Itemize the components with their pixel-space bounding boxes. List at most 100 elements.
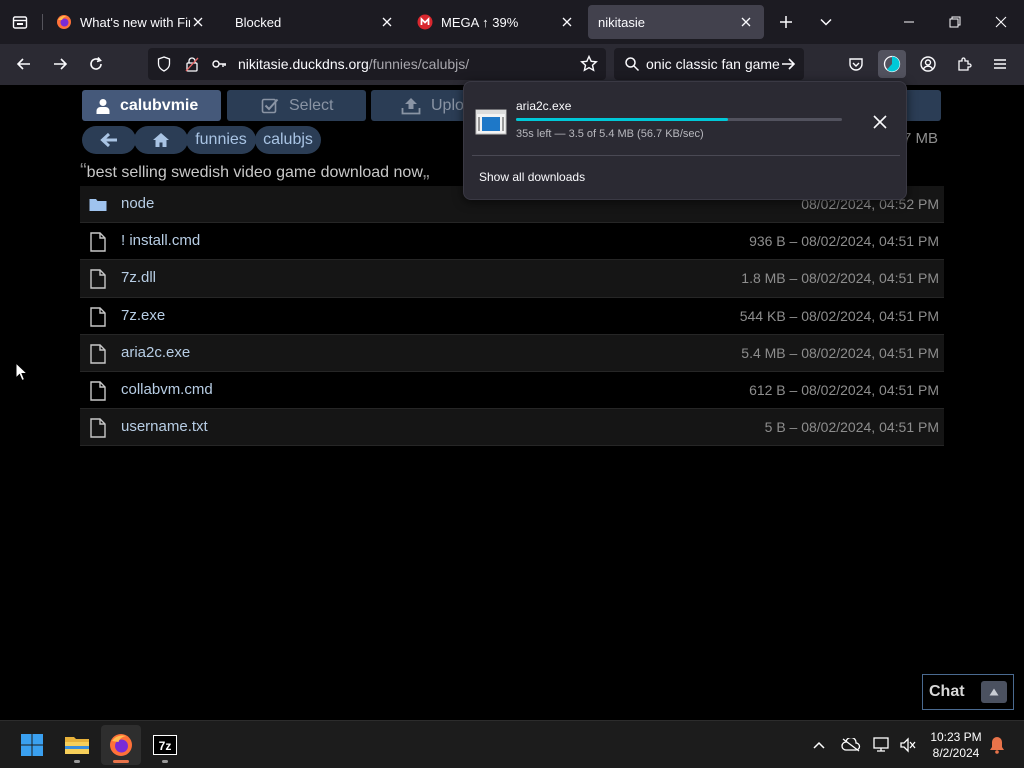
file-name[interactable]: 7z.dll xyxy=(121,269,156,286)
executable-file-icon xyxy=(475,109,507,135)
hamburger-menu-icon xyxy=(994,59,1006,69)
download-file-name[interactable]: aria2c.exe xyxy=(516,99,571,113)
file-icon xyxy=(90,269,106,290)
breadcrumb-item[interactable]: calubjs xyxy=(255,126,321,154)
triangle-up-icon xyxy=(989,688,999,696)
chat-widget[interactable]: Chat xyxy=(922,674,1014,710)
taskbar-7zip[interactable]: 7z xyxy=(145,725,185,765)
mega-icon xyxy=(417,14,433,30)
start-button[interactable] xyxy=(12,725,52,765)
download-status: 35s left — 3.5 of 5.4 MB (56.7 KB/sec) xyxy=(516,128,704,140)
folder-icon xyxy=(89,199,107,211)
search-input[interactable]: onic classic fan game xyxy=(646,56,780,72)
pocket-button[interactable] xyxy=(842,50,870,78)
extensions-button[interactable] xyxy=(950,50,978,78)
address-bar[interactable]: nikitasie.duckdns.org/funnies/calubjs/ xyxy=(148,48,606,80)
file-icon xyxy=(90,344,106,364)
new-tab-button[interactable] xyxy=(772,8,800,36)
divider xyxy=(472,155,900,156)
windows-start-icon xyxy=(21,734,43,756)
pocket-icon xyxy=(849,58,863,71)
tab-title: Blocked xyxy=(235,14,282,30)
downloads-button[interactable] xyxy=(878,50,906,78)
firefox-icon xyxy=(57,15,71,29)
tab-mega[interactable]: MEGA ↑ 39% xyxy=(407,5,585,39)
file-name[interactable]: node xyxy=(121,195,154,212)
breadcrumb-home[interactable] xyxy=(134,126,188,154)
file-row[interactable]: username.txt 5 B – 08/02/2024, 04:51 PM xyxy=(80,409,944,447)
cloud-off-icon xyxy=(841,738,861,752)
window-close-button[interactable] xyxy=(987,8,1015,36)
taskbar-file-explorer[interactable] xyxy=(57,725,97,765)
app-menu-button[interactable] xyxy=(986,50,1014,78)
open-quote-icon: “ xyxy=(80,160,87,182)
close-icon xyxy=(995,16,1007,28)
file-icon xyxy=(90,232,106,252)
taskbar-clock[interactable]: 10:23 PM 8/2/2024 xyxy=(928,729,984,761)
file-name[interactable]: 7z.exe xyxy=(121,307,165,324)
navigation-toolbar: nikitasie.duckdns.org/funnies/calubjs/ o… xyxy=(0,44,1024,85)
arrow-left-icon xyxy=(16,58,30,70)
firefox-view-button[interactable] xyxy=(6,8,34,36)
show-hidden-icons-button[interactable] xyxy=(808,734,830,756)
tray-volume[interactable] xyxy=(897,734,919,756)
select-button-label: Select xyxy=(289,96,334,114)
chat-expand-button[interactable] xyxy=(981,681,1007,703)
close-icon xyxy=(873,115,887,129)
cancel-download-button[interactable] xyxy=(868,110,892,134)
file-row[interactable]: aria2c.exe 5.4 MB – 08/02/2024, 04:51 PM xyxy=(80,334,944,372)
back-button[interactable] xyxy=(10,50,38,78)
star-bookmark-icon[interactable] xyxy=(580,55,598,73)
url-path: /funnies/calubjs/ xyxy=(368,56,470,72)
file-row[interactable]: 7z.dll 1.8 MB – 08/02/2024, 04:51 PM xyxy=(80,260,944,298)
file-row[interactable]: 7z.exe 544 KB – 08/02/2024, 04:51 PM xyxy=(80,298,944,335)
permissions-key-icon[interactable] xyxy=(211,56,227,72)
minimize-button[interactable] xyxy=(895,8,923,36)
file-name[interactable]: username.txt xyxy=(121,418,208,435)
lock-warning-icon[interactable] xyxy=(184,56,200,72)
file-row[interactable]: collabvm.cmd 612 B – 08/02/2024, 04:51 PM xyxy=(80,372,944,410)
file-name[interactable]: collabvm.cmd xyxy=(121,381,213,398)
tab-close-button[interactable] xyxy=(379,14,395,30)
url-host: nikitasie.duckdns.org xyxy=(238,56,369,72)
list-all-tabs-button[interactable] xyxy=(812,8,840,36)
file-meta: 544 KB – 08/02/2024, 04:51 PM xyxy=(739,307,939,324)
tray-onedrive[interactable] xyxy=(840,734,862,756)
shield-icon[interactable] xyxy=(156,56,172,72)
file-meta: 936 B – 08/02/2024, 04:51 PM xyxy=(749,233,939,250)
user-button[interactable]: calubvmie xyxy=(82,90,221,121)
tab-nikitasie[interactable]: nikitasie xyxy=(588,5,764,39)
tray-network[interactable] xyxy=(871,734,893,756)
show-all-downloads-button[interactable]: Show all downloads xyxy=(479,170,585,184)
tab-close-button[interactable] xyxy=(738,14,754,30)
reload-button[interactable] xyxy=(82,50,110,78)
select-button[interactable]: Select xyxy=(227,90,366,121)
tab-close-button[interactable] xyxy=(190,14,206,30)
app-running-indicator xyxy=(162,760,168,763)
restore-button[interactable] xyxy=(941,8,969,36)
breadcrumb-back[interactable] xyxy=(82,126,136,154)
file-name[interactable]: aria2c.exe xyxy=(121,344,190,361)
download-progress-bar xyxy=(516,118,842,121)
url-text[interactable]: nikitasie.duckdns.org/funnies/calubjs/ xyxy=(238,56,469,72)
search-bar[interactable]: onic classic fan game xyxy=(614,48,804,80)
taskbar-firefox[interactable] xyxy=(101,725,141,765)
tab-close-button[interactable] xyxy=(559,14,575,30)
search-go-icon[interactable] xyxy=(780,56,796,72)
minimize-icon xyxy=(904,21,914,23)
tab-blocked[interactable]: Blocked xyxy=(225,5,405,39)
file-row[interactable]: ! install.cmd 936 B – 08/02/2024, 04:51 P… xyxy=(80,223,944,261)
close-quote-icon: „ xyxy=(422,160,430,182)
file-name[interactable]: ! install.cmd xyxy=(121,232,200,249)
tab-whats-new[interactable]: What's new with Firefox xyxy=(46,5,216,39)
tab-title: nikitasie xyxy=(598,14,645,30)
account-button[interactable] xyxy=(914,50,942,78)
checkbox-icon xyxy=(261,98,279,113)
notifications-button[interactable] xyxy=(986,734,1008,756)
upload-icon xyxy=(401,97,421,114)
svg-text:7z: 7z xyxy=(159,739,172,753)
forward-button[interactable] xyxy=(46,50,74,78)
taskbar: 7z 10:23 PM 8/2/2024 xyxy=(0,720,1024,768)
breadcrumb-item[interactable]: funnies xyxy=(186,126,256,154)
close-icon xyxy=(382,17,392,27)
